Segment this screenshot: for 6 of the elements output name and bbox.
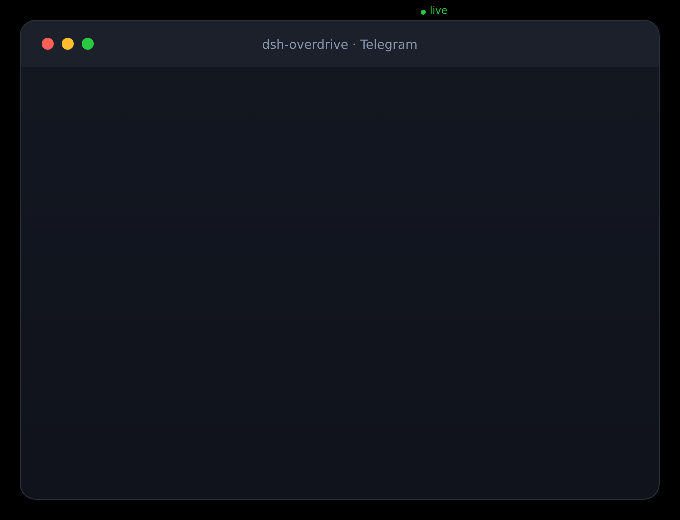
minimize-button[interactable]: [62, 38, 74, 50]
live-status: live: [430, 6, 448, 18]
maximize-button[interactable]: [82, 38, 94, 50]
live-dot-icon: [421, 10, 426, 14]
window-title: dsh-overdrive · Telegram: [262, 36, 418, 52]
close-button[interactable]: [42, 38, 54, 50]
